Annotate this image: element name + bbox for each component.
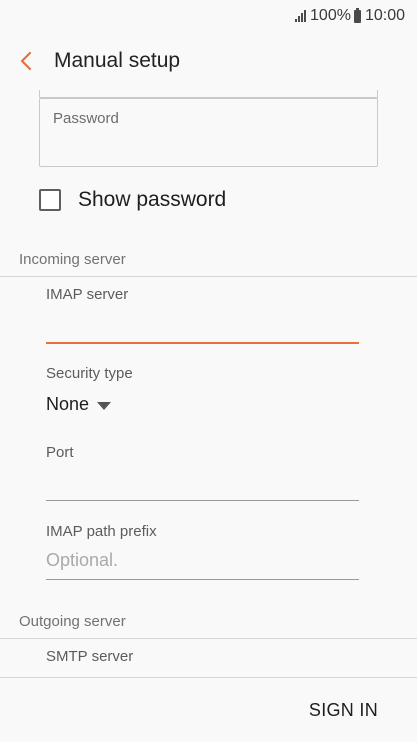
show-password-toggle[interactable]: Show password bbox=[39, 188, 226, 212]
previous-field-box bbox=[39, 90, 378, 98]
incoming-server-header: Incoming server bbox=[0, 251, 417, 277]
password-input[interactable] bbox=[52, 131, 362, 159]
port-input[interactable] bbox=[46, 468, 359, 498]
imap-server-label: IMAP server bbox=[46, 286, 129, 303]
bottom-action-bar: SIGN IN bbox=[0, 677, 417, 742]
imap-server-input[interactable] bbox=[46, 310, 359, 340]
smtp-server-label: SMTP server bbox=[46, 648, 134, 665]
app-bar: Manual setup bbox=[0, 32, 417, 90]
port-label: Port bbox=[46, 444, 74, 461]
form-content[interactable]: Password Show password Incoming server I… bbox=[0, 90, 417, 677]
chevron-left-icon bbox=[20, 51, 32, 71]
imap-path-prefix-input[interactable] bbox=[46, 545, 359, 575]
outgoing-server-header: Outgoing server bbox=[0, 613, 417, 639]
password-label: Password bbox=[53, 110, 119, 127]
sign-in-button[interactable]: SIGN IN bbox=[309, 700, 378, 721]
imap-server-underline bbox=[46, 342, 359, 344]
port-underline bbox=[46, 500, 359, 501]
imap-path-prefix-underline bbox=[46, 579, 359, 580]
imap-path-prefix-label: IMAP path prefix bbox=[46, 523, 157, 540]
dropdown-arrow-icon bbox=[97, 401, 112, 410]
battery-percentage: 100% bbox=[310, 7, 351, 24]
status-bar: 100% 10:00 bbox=[0, 0, 417, 32]
security-type-dropdown[interactable]: None bbox=[46, 394, 112, 415]
security-type-label: Security type bbox=[46, 365, 133, 382]
password-field[interactable]: Password bbox=[39, 98, 378, 167]
security-type-value: None bbox=[46, 394, 90, 414]
back-button[interactable] bbox=[0, 32, 52, 90]
show-password-checkbox[interactable] bbox=[39, 189, 61, 211]
show-password-label: Show password bbox=[78, 188, 227, 211]
page-title: Manual setup bbox=[54, 49, 181, 72]
status-time: 10:00 bbox=[364, 7, 405, 24]
battery-icon bbox=[353, 7, 361, 23]
screen: 100% 10:00 Manual setup Password Show pa… bbox=[0, 0, 417, 742]
signal-icon bbox=[294, 10, 307, 22]
